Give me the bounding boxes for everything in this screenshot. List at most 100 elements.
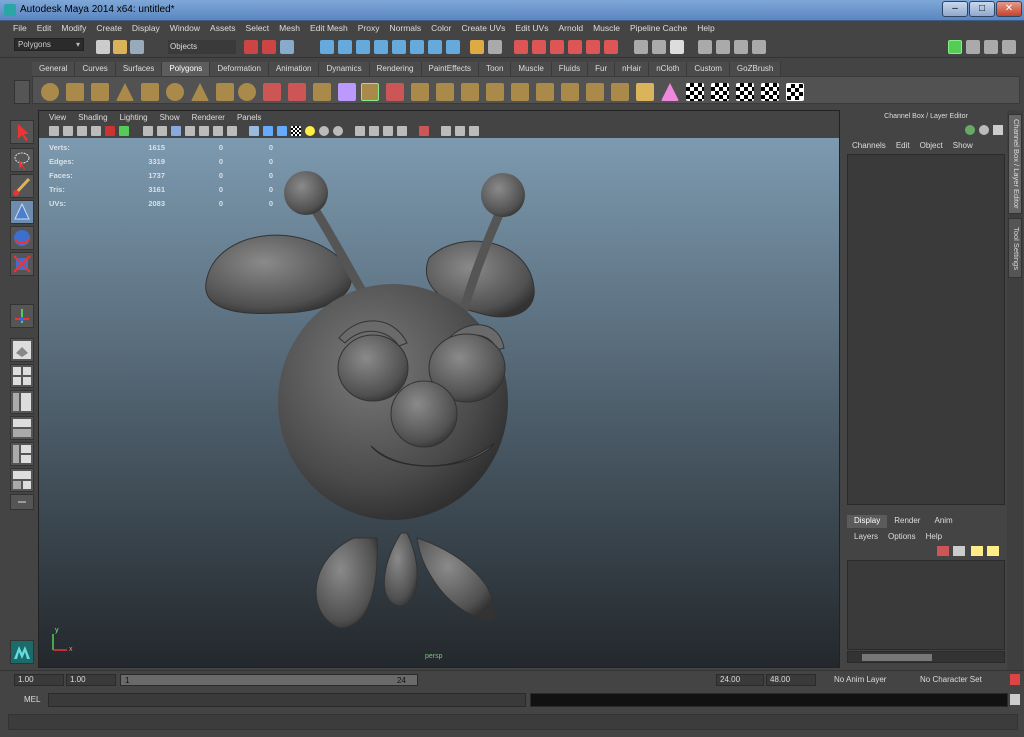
film-gate-icon[interactable]	[119, 126, 129, 136]
move-layer-up-icon[interactable]	[937, 546, 949, 556]
viewport-menu-panels[interactable]: Panels	[231, 111, 267, 124]
bridge-icon[interactable]	[386, 83, 404, 101]
persp-hypershade-layout-icon[interactable]	[10, 442, 34, 466]
poly-sphere-icon[interactable]	[41, 83, 59, 101]
extrude-icon[interactable]	[361, 83, 379, 101]
poly-prism-icon[interactable]	[191, 83, 209, 101]
character-set-select[interactable]: No Character Set	[920, 675, 982, 684]
shelf-tab-surfaces[interactable]: Surfaces	[115, 62, 163, 76]
shelf-tab-rendering[interactable]: Rendering	[369, 62, 422, 76]
side-tab-tool-settings[interactable]: Tool Settings	[1008, 218, 1022, 278]
layer-tab-display[interactable]: Display	[847, 515, 888, 528]
new-layer-selected-icon[interactable]	[987, 546, 999, 556]
poly-cylinder-icon[interactable]	[91, 83, 109, 101]
mask-surfaces-icon[interactable]	[374, 40, 388, 54]
snap-to-view-planes-icon[interactable]	[568, 40, 582, 54]
layer-list-area[interactable]	[847, 560, 1005, 650]
history-icon[interactable]	[604, 40, 618, 54]
shelf-tab-polygons[interactable]: Polygons	[162, 62, 211, 76]
isolate-select-icon[interactable]	[355, 126, 365, 136]
poly-plane-icon[interactable]	[141, 83, 159, 101]
layer-menu-help[interactable]: Help	[921, 530, 947, 543]
minimize-button[interactable]: –	[942, 1, 968, 17]
render-view-icon[interactable]	[698, 40, 712, 54]
move-layer-down-icon[interactable]	[953, 546, 965, 556]
layer-menu-options[interactable]: Options	[883, 530, 921, 543]
wedge-icon[interactable]	[561, 83, 579, 101]
hardware-texturing-icon[interactable]	[441, 126, 451, 136]
select-by-object-icon[interactable]	[262, 40, 276, 54]
mask-misc-icon[interactable]	[446, 40, 460, 54]
resolution-gate-icon[interactable]	[143, 126, 153, 136]
rotate-tool-icon[interactable]	[10, 226, 34, 250]
close-button[interactable]: ✕	[996, 1, 1022, 17]
poly-pipe-icon[interactable]	[216, 83, 234, 101]
grid-icon[interactable]	[105, 126, 115, 136]
menu-muscle[interactable]: Muscle	[588, 21, 625, 36]
menu-display[interactable]: Display	[127, 21, 165, 36]
bookmarks-icon[interactable]	[77, 126, 87, 136]
cylindrical-mapping-icon[interactable]	[711, 83, 729, 101]
merge-vertices-icon[interactable]	[511, 83, 529, 101]
shelf-tab-fur[interactable]: Fur	[588, 62, 616, 76]
single-perspective-layout-icon[interactable]	[10, 338, 34, 362]
smooth-shade-icon[interactable]	[227, 126, 237, 136]
mask-dynamics-icon[interactable]	[410, 40, 424, 54]
viewport-menu-show[interactable]: Show	[154, 111, 186, 124]
layout-options-icon[interactable]	[10, 494, 34, 510]
menu-assets[interactable]: Assets	[205, 21, 241, 36]
channel-box-menu-channels[interactable]: Channels	[847, 139, 891, 152]
smooth-icon[interactable]	[338, 83, 356, 101]
shelf-tab-custom[interactable]: Custom	[687, 62, 730, 76]
layer-list-scrollbar[interactable]	[847, 651, 1005, 663]
share-view-icon[interactable]	[469, 126, 479, 136]
spherical-mapping-icon[interactable]	[736, 83, 754, 101]
channel-box-key-icon[interactable]	[965, 125, 975, 135]
save-scene-icon[interactable]	[130, 40, 144, 54]
poly-torus-icon[interactable]	[166, 83, 184, 101]
use-all-lights-icon[interactable]	[277, 126, 287, 136]
shadows-icon[interactable]	[291, 126, 301, 136]
render-settings-icon[interactable]	[752, 40, 766, 54]
menu-set-select[interactable]: Polygons	[14, 38, 84, 51]
highlight-selection-icon[interactable]	[488, 40, 502, 54]
combine-icon[interactable]	[263, 83, 281, 101]
range-bar[interactable]: 1 24	[120, 674, 418, 686]
insert-edge-loop-icon[interactable]	[461, 83, 479, 101]
menu-edit-uvs[interactable]: Edit UVs	[510, 21, 553, 36]
auto-key-icon[interactable]	[1010, 674, 1020, 685]
start-time-field[interactable]: 1.00	[14, 674, 64, 686]
select-tool-icon[interactable]	[10, 120, 34, 144]
menu-select[interactable]: Select	[241, 21, 275, 36]
channel-box-menu-object[interactable]: Object	[915, 139, 948, 152]
shelf-tab-toon[interactable]: Toon	[479, 62, 512, 76]
selection-mask-field[interactable]: Objects	[168, 40, 236, 54]
viewport-menu-view[interactable]: View	[43, 111, 72, 124]
offset-edge-loop-icon[interactable]	[486, 83, 504, 101]
move-tool-icon[interactable]	[10, 200, 34, 224]
menu-pipeline-cache[interactable]: Pipeline Cache	[625, 21, 692, 36]
mask-curves-icon[interactable]	[356, 40, 370, 54]
image-plane-icon[interactable]	[91, 126, 101, 136]
show-tool-settings-icon[interactable]	[984, 40, 998, 54]
snap-to-points-icon[interactable]	[550, 40, 564, 54]
persp-outliner-layout-icon[interactable]	[10, 390, 34, 414]
open-scene-icon[interactable]	[113, 40, 127, 54]
uv-texture-editor-icon[interactable]	[786, 83, 804, 101]
persp-graph-layout-icon[interactable]	[10, 416, 34, 440]
planar-mapping-icon[interactable]	[686, 83, 704, 101]
safe-action-icon[interactable]	[185, 126, 195, 136]
select-by-hierarchy-icon[interactable]	[244, 40, 258, 54]
mask-handles-icon[interactable]	[320, 40, 334, 54]
select-camera-icon[interactable]	[49, 126, 59, 136]
end-time-field[interactable]: 48.00	[766, 674, 816, 686]
field-chart-icon[interactable]	[171, 126, 181, 136]
channel-box-pin-icon[interactable]	[993, 125, 1003, 135]
sculpt-icon[interactable]	[636, 83, 654, 101]
bee-character-model[interactable]	[39, 138, 839, 667]
new-empty-layer-icon[interactable]	[971, 546, 983, 556]
make-live-icon[interactable]	[586, 40, 600, 54]
lights-icon[interactable]	[305, 126, 315, 136]
menu-normals[interactable]: Normals	[385, 21, 427, 36]
shelf-tab-nhair[interactable]: nHair	[615, 62, 650, 76]
